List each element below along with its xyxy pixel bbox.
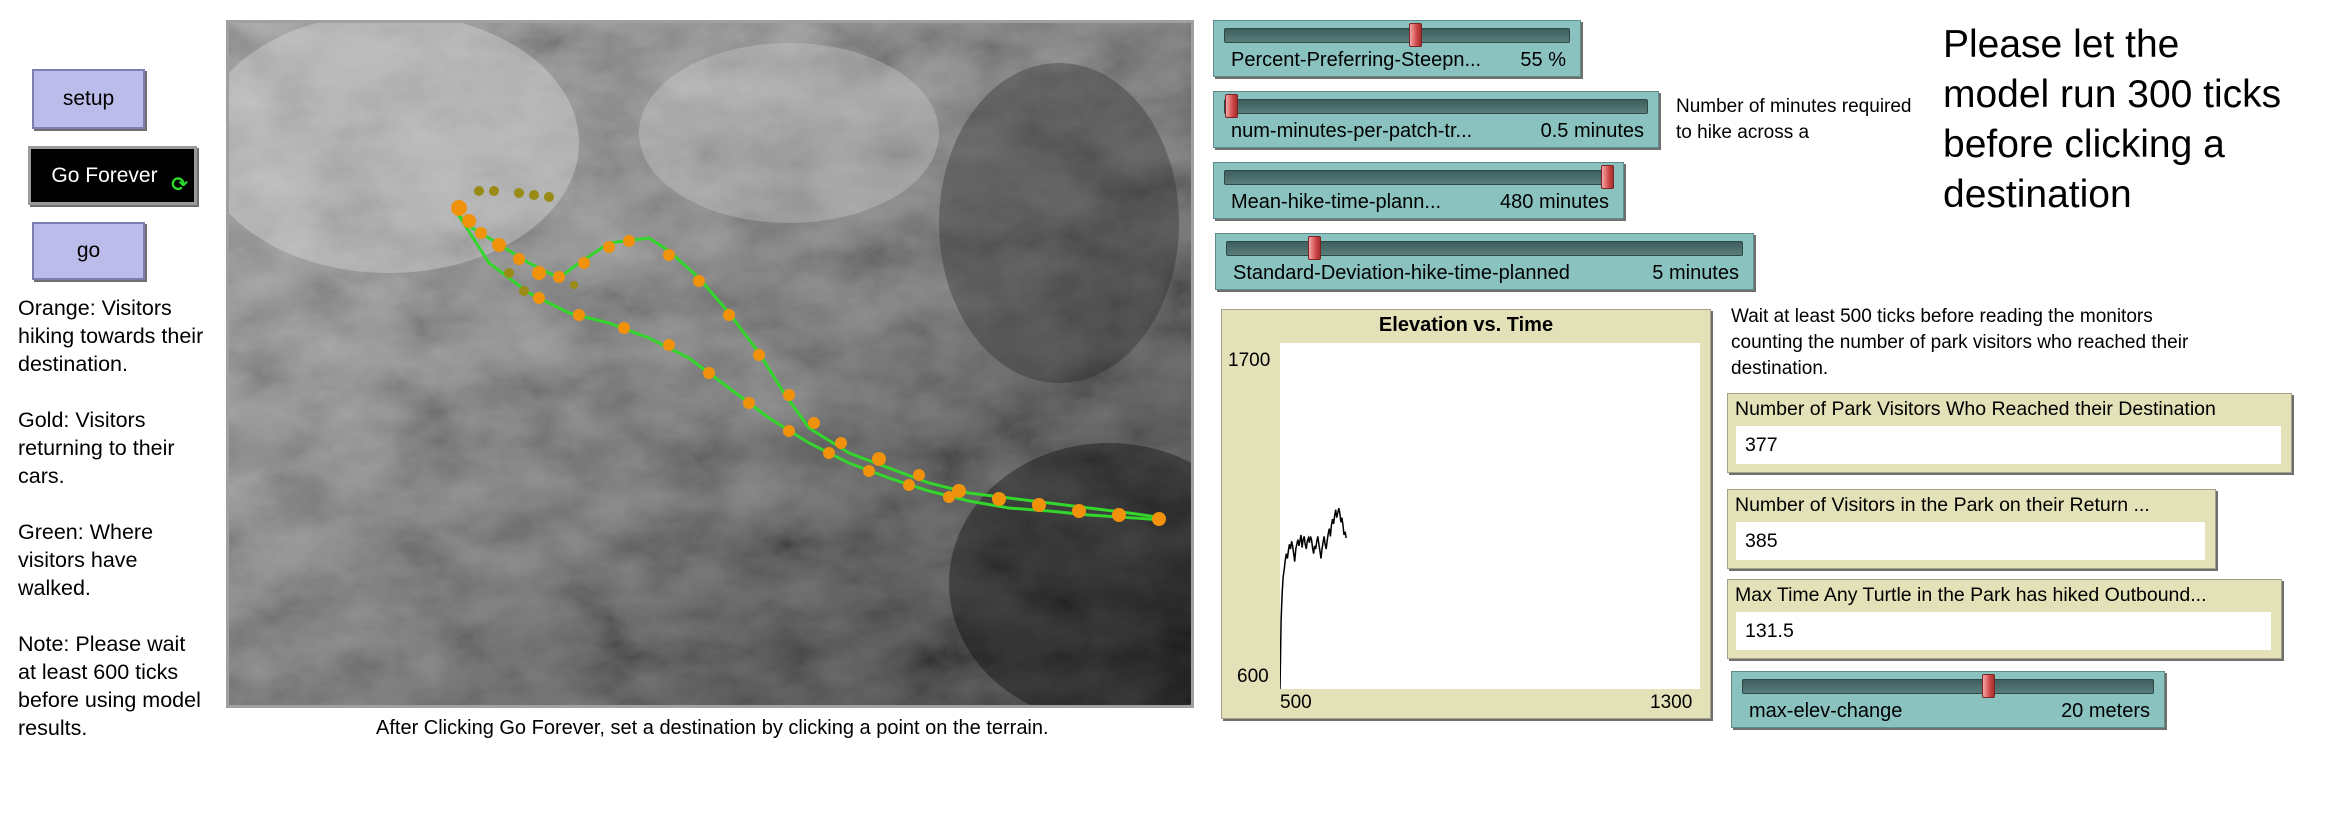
view-caption: After Clicking Go Forever, set a destina… [376, 717, 1049, 739]
setup-button-label: setup [62, 87, 115, 110]
monitor-max-time-outbound: Max Time Any Turtle in the Park has hike… [1727, 579, 2282, 659]
terrain-map[interactable] [229, 23, 1191, 705]
setup-button[interactable]: setup [32, 69, 145, 129]
monitor-visitors-returning: Number of Visitors in the Park on their … [1727, 489, 2216, 569]
note-orange: Orange: Visitors hiking towards their de… [18, 296, 204, 376]
minutes-note: Number of minutes required to hike acros… [1676, 96, 1912, 143]
slider-label: max-elev-change [1749, 700, 1903, 722]
elevation-chart [1279, 507, 1347, 690]
big-instruction: Please let the model run 300 ticks befor… [1943, 23, 2282, 216]
slider-label: Percent-Preferring-Steepn... [1231, 49, 1482, 71]
slider-value: 480 minutes [1500, 191, 1609, 213]
elevation-plot: Elevation vs. Time 1700 600 500 1300 [1221, 309, 1711, 719]
monitor-value: 131.5 [1736, 612, 2271, 650]
slider-value: 0.5 minutes [1540, 120, 1644, 142]
plot-y-min-label: 600 [1237, 666, 1269, 687]
wait-note: Wait at least 500 ticks before reading t… [1731, 306, 2189, 379]
go-button[interactable]: go [32, 222, 145, 280]
slider-track [1224, 28, 1570, 43]
plot-area [1279, 343, 1700, 690]
slider-handle[interactable] [1409, 23, 1422, 47]
slider-std-dev-hike-time[interactable]: Standard-Deviation-hike-time-planned 5 m… [1215, 233, 1754, 290]
plot-x-max-label: 1300 [1650, 692, 1693, 713]
go-forever-button-label: Go Forever [51, 163, 158, 187]
go-forever-button[interactable]: Go Forever ⟳ [28, 146, 197, 205]
elevation-series-line-0 [1279, 507, 1347, 690]
monitor-label: Max Time Any Turtle in the Park has hike… [1735, 584, 2207, 606]
monitor-reached-destination: Number of Park Visitors Who Reached thei… [1727, 393, 2292, 473]
slider-max-elev-change[interactable]: max-elev-change 20 meters [1731, 671, 2165, 728]
go-button-label: go [76, 239, 101, 262]
world-view[interactable] [226, 20, 1194, 708]
slider-num-minutes-per-patch[interactable]: num-minutes-per-patch-tr... 0.5 minutes [1213, 91, 1659, 148]
monitor-value: 377 [1736, 426, 2281, 464]
slider-track [1742, 679, 2154, 694]
plot-x-min-label: 500 [1280, 692, 1312, 713]
slider-label: num-minutes-per-patch-tr... [1231, 120, 1473, 142]
slider-track [1226, 241, 1743, 256]
monitor-label: Number of Visitors in the Park on their … [1735, 494, 2150, 516]
slider-percent-preferring-steepness[interactable]: Percent-Preferring-Steepn... 55 % [1213, 20, 1581, 77]
forever-loop-icon: ⟳ [171, 174, 188, 196]
slider-label: Standard-Deviation-hike-time-planned [1233, 262, 1570, 284]
note-wait: Note: Please wait at least 600 ticks bef… [18, 632, 201, 740]
slider-handle[interactable] [1225, 94, 1238, 118]
slider-track [1224, 99, 1648, 114]
slider-value: 20 meters [2061, 700, 2150, 722]
monitor-value: 385 [1736, 522, 2205, 560]
slider-value: 5 minutes [1652, 262, 1739, 284]
slider-mean-hike-time[interactable]: Mean-hike-time-plann... 480 minutes [1213, 162, 1624, 219]
slider-label: Mean-hike-time-plann... [1231, 191, 1442, 213]
note-green: Green: Where visitors have walked. [18, 520, 154, 600]
slider-track [1224, 170, 1613, 185]
slider-value: 55 % [1520, 49, 1566, 71]
slider-handle[interactable] [1308, 236, 1321, 260]
plot-y-max-label: 1700 [1228, 350, 1271, 371]
plot-title: Elevation vs. Time [1378, 314, 1554, 336]
monitor-label: Number of Park Visitors Who Reached thei… [1735, 398, 2216, 420]
slider-handle[interactable] [1982, 674, 1995, 698]
note-gold: Gold: Visitors returning to their cars. [18, 408, 175, 488]
slider-handle[interactable] [1601, 165, 1614, 189]
